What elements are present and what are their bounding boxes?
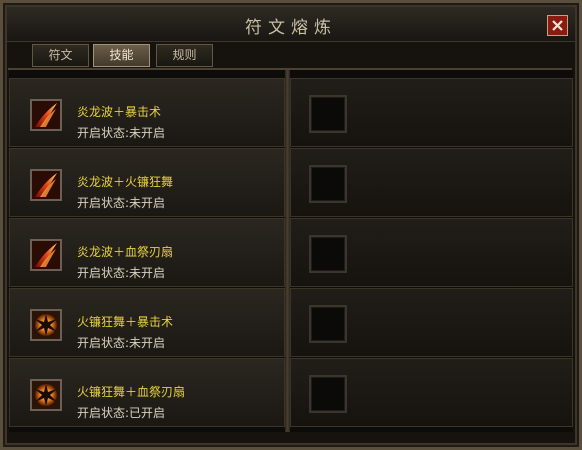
rune-slot[interactable] [309,235,347,273]
skill-name: 炎龙波＋暴击术 [77,105,162,119]
skill-info-cell[interactable]: 炎龙波＋血祭刃扇 开启状态:未开启 [9,218,285,287]
skill-status: 开启状态:未开启 [77,266,166,280]
slot-cell [290,218,573,287]
skill-name: 炎龙波＋血祭刃扇 [77,245,174,259]
flame-slash-icon [30,239,62,271]
skill-info-cell[interactable]: 炎龙波＋暴击术 开启状态:未开启 [9,78,285,147]
title-bar[interactable]: 符文熔炼 [7,7,575,42]
slot-cell [290,148,573,217]
slot-cell [290,78,573,147]
skill-name: 火镰狂舞＋暴击术 [77,315,174,329]
skill-row: 炎龙波＋血祭刃扇 开启状态:未开启 [9,218,573,287]
tab-bar: 符文 技能 规则 [8,40,572,70]
skill-row: 火镰狂舞＋血祭刃扇 开启状态:已开启 [9,358,573,427]
close-button[interactable] [547,15,568,36]
skill-name: 火镰狂舞＋血祭刃扇 [77,385,186,399]
slot-cell [290,288,573,357]
slot-cell [290,358,573,427]
flame-slash-icon [30,169,62,201]
tab-runes[interactable]: 符文 [32,44,89,67]
skill-row: 火镰狂舞＋暴击术 开启状态:未开启 [9,288,573,357]
skill-info-cell[interactable]: 火镰狂舞＋暴击术 开启状态:未开启 [9,288,285,357]
rune-slot[interactable] [309,95,347,133]
skill-name: 炎龙波＋火镰狂舞 [77,175,174,189]
close-icon [552,20,563,31]
skill-status: 开启状态:未开启 [77,126,166,140]
skill-info-cell[interactable]: 炎龙波＋火镰狂舞 开启状态:未开启 [9,148,285,217]
rune-slot[interactable] [309,165,347,203]
skill-status: 开启状态:未开启 [77,196,166,210]
skill-info-cell[interactable]: 火镰狂舞＋血祭刃扇 开启状态:已开启 [9,358,285,427]
skill-status: 开启状态:已开启 [77,406,166,420]
window-title: 符文熔炼 [245,18,337,38]
skill-row: 炎龙波＋火镰狂舞 开启状态:未开启 [9,148,573,217]
tab-skills[interactable]: 技能 [93,44,150,67]
skill-row: 炎龙波＋暴击术 开启状态:未开启 [9,78,573,147]
rune-slot[interactable] [309,305,347,343]
fire-burst-icon [30,379,62,411]
tab-rules[interactable]: 规则 [156,44,213,67]
rune-slot[interactable] [309,375,347,413]
fire-burst-icon [30,309,62,341]
skill-list: 炎龙波＋暴击术 开启状态:未开启 炎龙波＋火镰狂舞 开启状态:未开启 炎龙波＋血… [9,70,573,432]
skill-status: 开启状态:未开启 [77,336,166,350]
flame-slash-icon [30,99,62,131]
